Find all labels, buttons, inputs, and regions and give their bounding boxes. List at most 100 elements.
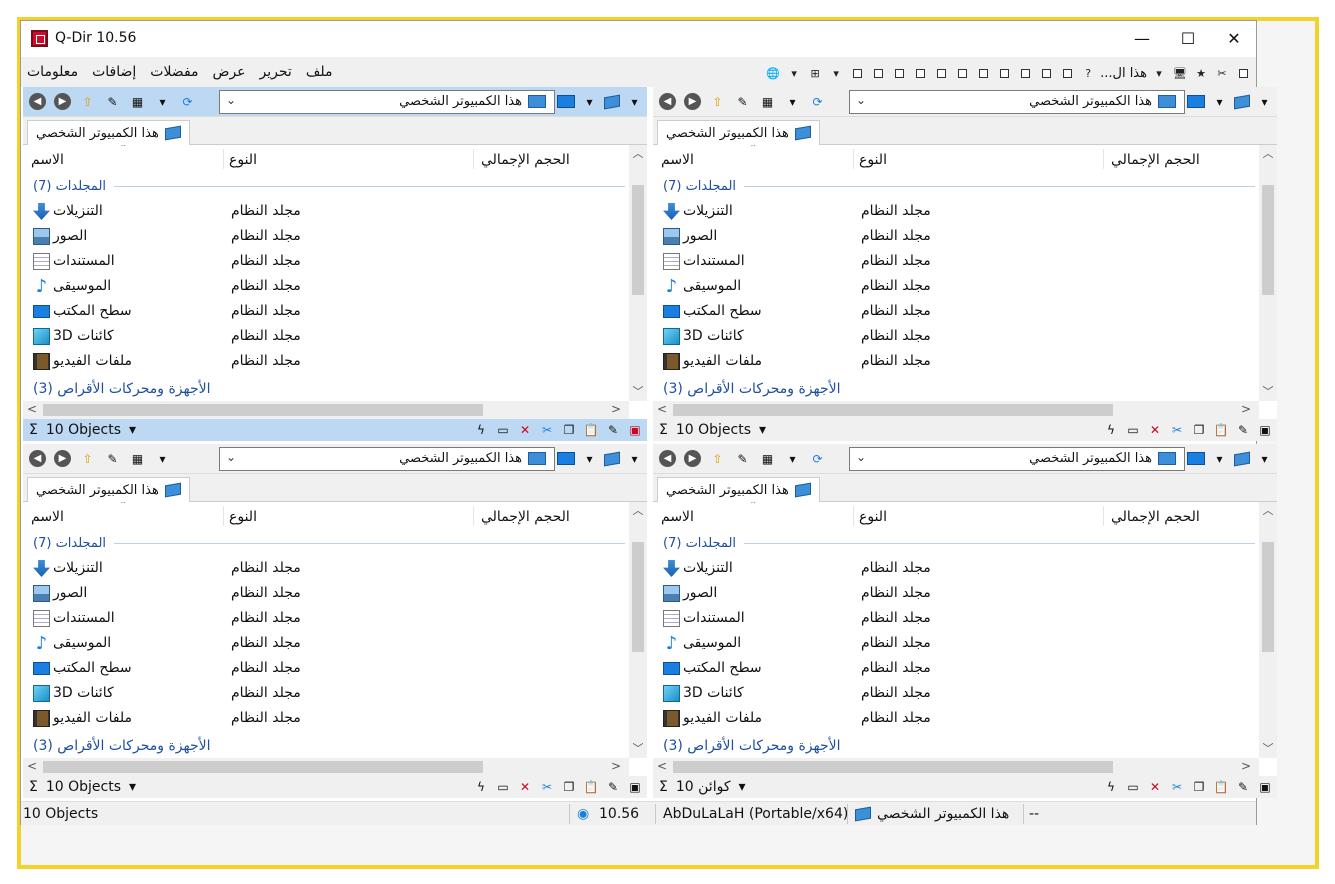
close-button[interactable]: ✕ — [1211, 21, 1257, 57]
view-mode-icon[interactable]: ▦ — [759, 450, 776, 467]
list-item[interactable]: الصور مجلد النظام — [23, 224, 623, 249]
chevron-down-icon[interactable]: ▾ — [785, 64, 803, 82]
list-item[interactable]: ملفات الفيديو مجلد النظام — [653, 706, 1253, 731]
horizontal-scrollbar[interactable]: < > — [653, 758, 1259, 776]
column-size[interactable]: الحجم الإجمالي — [1111, 509, 1200, 525]
column-type[interactable]: النوع — [859, 152, 887, 168]
new-folder-icon[interactable]: ✎ — [104, 93, 121, 110]
layout-6-icon[interactable] — [953, 64, 971, 82]
column-size[interactable]: الحجم الإجمالي — [481, 152, 570, 168]
chevron-down-icon[interactable]: ▾ — [129, 779, 136, 795]
cut-icon[interactable]: ✂ — [539, 422, 555, 438]
flash-icon[interactable]: ϟ — [473, 422, 489, 438]
delete-icon[interactable]: ✕ — [1147, 779, 1163, 795]
object-count[interactable]: Σ 10 Objects ▾ — [29, 779, 136, 795]
vertical-scrollbar[interactable]: ︿ ﹀ — [1259, 502, 1277, 758]
scroll-thumb[interactable] — [43, 761, 483, 773]
monitor-icon[interactable] — [1187, 95, 1205, 108]
chevron-down-icon[interactable]: ▾ — [129, 422, 136, 438]
horizontal-scrollbar[interactable]: < > — [23, 758, 629, 776]
group-drives[interactable]: الأجهزة ومحركات الأقراص (3) — [33, 738, 210, 754]
list-item[interactable]: سطح المكتب مجلد النظام — [653, 299, 1253, 324]
menu-edit[interactable]: تحرير — [260, 64, 292, 80]
scroll-thumb[interactable] — [673, 761, 1113, 773]
menu-favorites[interactable]: مفضلات — [150, 64, 198, 80]
chevron-down-icon[interactable]: ▾ — [784, 93, 801, 110]
scroll-thumb[interactable] — [43, 404, 483, 416]
group-folders[interactable]: المجلدات (7) — [663, 534, 1255, 552]
scroll-right-icon[interactable]: > — [1241, 759, 1251, 773]
column-name[interactable]: الاسم — [31, 509, 64, 525]
copy-icon[interactable]: ❐ — [1191, 779, 1207, 795]
vertical-scrollbar[interactable]: ︿ ﹀ — [629, 502, 647, 758]
scroll-thumb[interactable] — [632, 542, 644, 652]
chevron-down-icon[interactable]: ▾ — [759, 422, 766, 438]
pane-lock-icon[interactable]: ▣ — [1257, 422, 1273, 438]
layout-1-icon[interactable] — [848, 64, 866, 82]
delete-icon[interactable]: ✕ — [517, 422, 533, 438]
layout-2-icon[interactable] — [869, 64, 887, 82]
paste-icon[interactable]: 📋 — [1213, 422, 1229, 438]
scroll-right-icon[interactable]: > — [611, 759, 621, 773]
list-item[interactable]: ملفات الفيديو مجلد النظام — [23, 349, 623, 374]
scroll-down-icon[interactable]: ﹀ — [629, 383, 647, 399]
rename-icon[interactable]: ▭ — [1125, 422, 1141, 438]
list-item[interactable]: كائنات 3D مجلد النظام — [23, 324, 623, 349]
group-drives[interactable]: الأجهزة ومحركات الأقراص (3) — [663, 738, 840, 754]
list-item[interactable]: التنزيلات مجلد النظام — [23, 556, 623, 581]
layout-3-icon[interactable] — [890, 64, 908, 82]
forward-icon[interactable]: ▶ — [54, 93, 71, 110]
view-mode-icon[interactable]: ▦ — [129, 93, 146, 110]
list-item[interactable]: كائنات 3D مجلد النظام — [23, 681, 623, 706]
chevron-down-icon[interactable]: ⌄ — [856, 93, 866, 107]
rename-icon[interactable]: ▭ — [495, 779, 511, 795]
scroll-down-icon[interactable]: ﹀ — [629, 740, 647, 756]
group-folders[interactable]: المجلدات (7) — [663, 177, 1255, 195]
layout-10-icon[interactable] — [1037, 64, 1055, 82]
list-item[interactable]: الصور مجلد النظام — [653, 581, 1253, 606]
chevron-down-icon[interactable]: ▾ — [154, 93, 171, 110]
chevron-down-icon[interactable]: ▾ — [581, 450, 598, 467]
layout-4-icon[interactable] — [911, 64, 929, 82]
column-size[interactable]: الحجم الإجمالي — [1111, 152, 1200, 168]
scroll-up-icon[interactable]: ︿ — [1259, 145, 1277, 161]
menu-extras[interactable]: إضافات — [92, 64, 136, 80]
chevron-down-icon[interactable]: ▾ — [1150, 64, 1168, 82]
column-divider[interactable] — [1103, 149, 1104, 169]
vertical-scrollbar[interactable]: ︿ ﹀ — [1259, 145, 1277, 401]
chevron-down-icon[interactable]: ▾ — [626, 450, 643, 467]
group-folders[interactable]: المجلدات (7) — [33, 177, 625, 195]
chevron-down-icon[interactable]: ⌄ — [226, 93, 236, 107]
chevron-down-icon[interactable]: ▾ — [1211, 93, 1228, 110]
scroll-up-icon[interactable]: ︿ — [629, 502, 647, 518]
list-item[interactable]: ملفات الفيديو مجلد النظام — [23, 706, 623, 731]
pane-lock-icon[interactable]: ▣ — [627, 422, 643, 438]
rename-icon[interactable]: ▭ — [1125, 779, 1141, 795]
view-mode-icon[interactable]: ▦ — [759, 93, 776, 110]
copy-icon[interactable]: ❐ — [561, 422, 577, 438]
monitor-icon[interactable] — [557, 95, 575, 108]
layout-11-icon[interactable] — [1058, 64, 1076, 82]
column-divider[interactable] — [853, 149, 854, 169]
flash-icon[interactable]: ϟ — [1103, 422, 1119, 438]
view-mode-icon[interactable]: ▦ — [129, 450, 146, 467]
column-divider[interactable] — [473, 506, 474, 526]
address-bar[interactable]: هذا الكمبيوتر الشخصي ⌄ — [219, 447, 555, 471]
refresh-icon[interactable]: ⟳ — [809, 450, 826, 467]
chevron-down-icon[interactable]: ▾ — [1211, 450, 1228, 467]
tab-this-pc[interactable]: هذا الكمبيوتر الشخصي — [657, 120, 820, 145]
copy-icon[interactable]: ❐ — [561, 779, 577, 795]
layout-7-icon[interactable] — [974, 64, 992, 82]
group-drives[interactable]: الأجهزة ومحركات الأقراص (3) — [663, 381, 840, 397]
minimize-button[interactable]: — — [1119, 21, 1165, 57]
flash-icon[interactable]: ϟ — [1103, 779, 1119, 795]
scroll-down-icon[interactable]: ﹀ — [1259, 740, 1277, 756]
layout-5-icon[interactable] — [932, 64, 950, 82]
scroll-left-icon[interactable]: < — [657, 402, 667, 416]
cut-icon[interactable]: ✂ — [1169, 422, 1185, 438]
back-icon[interactable]: ◀ — [29, 93, 46, 110]
scroll-left-icon[interactable]: < — [657, 759, 667, 773]
list-item[interactable]: المستندات مجلد النظام — [23, 606, 623, 631]
up-folder-icon[interactable]: ⇧ — [79, 450, 96, 467]
delete-icon[interactable]: ✕ — [1147, 422, 1163, 438]
